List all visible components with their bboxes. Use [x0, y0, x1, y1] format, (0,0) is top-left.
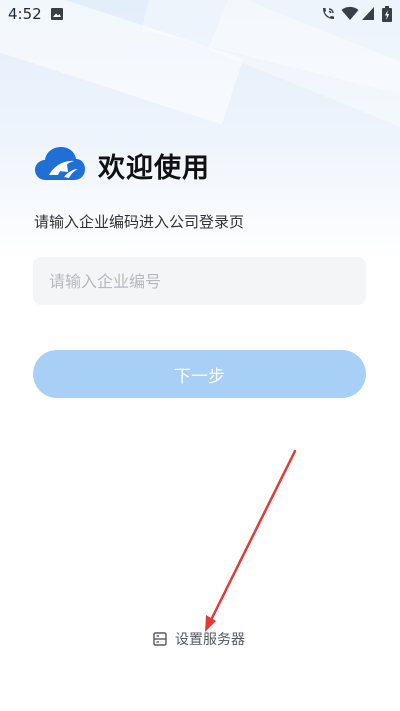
- cloud-logo-icon: [35, 147, 85, 180]
- next-button[interactable]: 下一步: [33, 350, 366, 398]
- page-title: 欢迎使用: [98, 153, 210, 184]
- wifi-calling-icon: [323, 8, 334, 19]
- status-time: 4:52: [8, 5, 42, 23]
- status-bar: 4:52: [0, 0, 400, 28]
- server-settings-link[interactable]: 设置服务器: [153, 628, 245, 650]
- page-subtitle: 请输入企业编码进入公司登录页: [34, 213, 245, 231]
- image-icon: [51, 8, 63, 20]
- company-code-field[interactable]: [33, 257, 366, 305]
- server-settings-icon: [153, 632, 167, 646]
- server-settings-label: 设置服务器: [175, 632, 245, 648]
- battery-charging-icon: [382, 6, 392, 22]
- signal-icon: [362, 7, 374, 20]
- company-code-input[interactable]: [47, 270, 366, 292]
- wifi-icon: [341, 6, 359, 20]
